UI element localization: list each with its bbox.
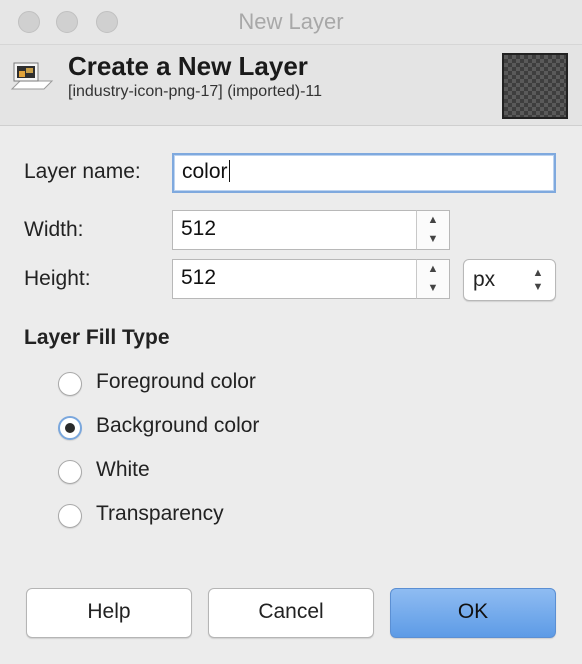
radio-button[interactable]: [58, 504, 82, 528]
fill-type-title: Layer Fill Type: [24, 326, 170, 349]
layer-name-value: color: [182, 160, 228, 183]
layer-name-input[interactable]: color: [172, 153, 556, 193]
new-layer-dialog: New Layer Create a New Layer [industry-i…: [0, 0, 582, 664]
layer-icon: [10, 62, 54, 90]
radio-button-selected[interactable]: [58, 416, 82, 440]
ok-button[interactable]: OK: [390, 588, 556, 638]
radio-button[interactable]: [58, 372, 82, 396]
updown-chevron-icon: ▲ ▼: [532, 267, 544, 293]
fill-option-label: White: [96, 458, 150, 481]
header-title: Create a New Layer: [68, 51, 308, 81]
dialog-header: Create a New Layer [industry-icon-png-17…: [0, 44, 582, 126]
width-decrement-icon[interactable]: ▼: [417, 230, 449, 249]
unit-value: px: [473, 268, 496, 291]
width-increment-icon[interactable]: ▲: [417, 211, 449, 230]
unit-select[interactable]: px ▲ ▼: [463, 259, 556, 301]
fill-option-label: Foreground color: [96, 370, 256, 393]
header-subtitle: [industry-icon-png-17] (imported)-11: [68, 83, 323, 100]
radio-button[interactable]: [58, 460, 82, 484]
width-label: Width:: [24, 218, 84, 241]
text-caret: [228, 160, 230, 182]
width-input[interactable]: 512: [172, 210, 418, 250]
fill-option-label: Background color: [96, 414, 260, 437]
help-button[interactable]: Help: [26, 588, 192, 638]
layer-thumbnail: [502, 53, 568, 119]
layer-name-label: Layer name:: [24, 160, 141, 183]
height-decrement-icon[interactable]: ▼: [417, 279, 449, 298]
height-input[interactable]: 512: [172, 259, 418, 299]
cancel-button[interactable]: Cancel: [208, 588, 374, 638]
width-spinner[interactable]: ▲ ▼: [416, 210, 450, 250]
height-increment-icon[interactable]: ▲: [417, 260, 449, 279]
window-title: New Layer: [238, 9, 344, 34]
title-bar: New Layer: [0, 0, 582, 44]
height-spinner[interactable]: ▲ ▼: [416, 259, 450, 299]
height-label: Height:: [24, 267, 91, 290]
fill-option-label: Transparency: [96, 502, 224, 525]
